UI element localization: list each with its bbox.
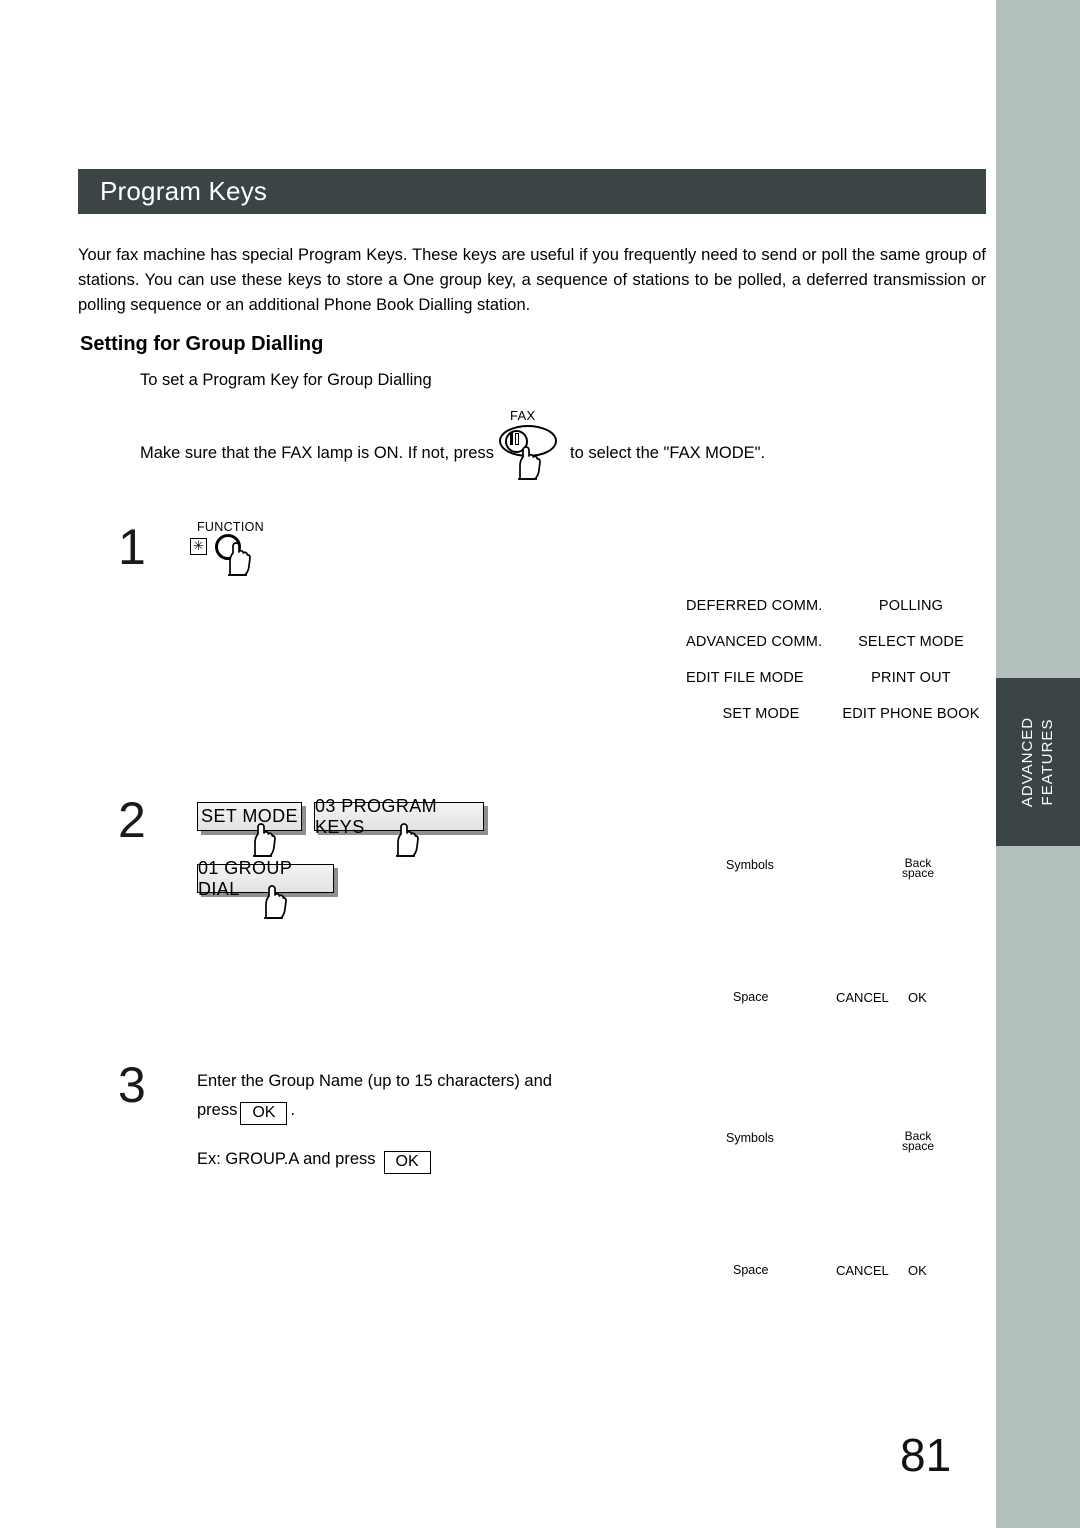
pointing-hand-icon bbox=[247, 823, 277, 857]
lcd-menu-row: DEFERRED COMM. POLLING bbox=[686, 598, 986, 634]
step-3-example-text: Ex: GROUP.A and press bbox=[197, 1150, 376, 1168]
step-3-instruction: Enter the Group Name (up to 15 character… bbox=[197, 1067, 627, 1125]
subsection-heading: Setting for Group Dialling bbox=[80, 333, 324, 355]
page-content-area bbox=[0, 0, 996, 1528]
section-header-bar: Program Keys bbox=[78, 169, 986, 214]
lcd-menu-item-set-mode: SET MODE bbox=[722, 706, 800, 722]
lcd-label-ok: OK bbox=[908, 1263, 927, 1278]
pointing-hand-icon bbox=[222, 542, 252, 576]
step-3-number: 3 bbox=[118, 1057, 146, 1113]
side-tab-label-line1: ADVANCED bbox=[1019, 716, 1036, 808]
lcd-menu-row: SET MODE EDIT PHONE BOOK bbox=[686, 706, 986, 742]
subsection-note: To set a Program Key for Group Dialling bbox=[140, 371, 432, 389]
fax-instruction-before: Make sure that the FAX lamp is ON. If no… bbox=[140, 444, 494, 462]
function-key-illustration: FUNCTION ✳ bbox=[190, 520, 300, 600]
pointing-hand-icon bbox=[258, 885, 288, 919]
lcd-menu-item-select-mode: SELECT MODE bbox=[858, 634, 964, 650]
step-3-line2-before: press bbox=[197, 1101, 238, 1119]
lcd-label-cancel: CANCEL bbox=[836, 990, 889, 1005]
ok-key-inline[interactable]: OK bbox=[240, 1102, 288, 1125]
lcd-function-menu: DEFERRED COMM. POLLING ADVANCED COMM. SE… bbox=[686, 598, 986, 742]
lcd-label-space: Space bbox=[733, 1263, 769, 1277]
fax-key-label: FAX bbox=[509, 408, 536, 423]
step-3-example: Ex: GROUP.A and press OK bbox=[197, 1145, 434, 1174]
page-number: 81 bbox=[900, 1429, 952, 1481]
pointing-hand-icon bbox=[512, 446, 542, 480]
lcd-menu-item-advanced-comm: ADVANCED COMM. bbox=[686, 634, 823, 650]
side-tab-advanced-features: ADVANCED FEATURES bbox=[996, 678, 1080, 846]
lcd-menu-item-edit-phone-book: EDIT PHONE BOOK bbox=[842, 706, 980, 722]
lcd-menu-item-deferred-comm: DEFERRED COMM. bbox=[686, 598, 823, 614]
lcd-label-backspace: Back space bbox=[902, 857, 935, 880]
step-3-line1: Enter the Group Name (up to 15 character… bbox=[197, 1072, 552, 1090]
lcd-label-ok: OK bbox=[908, 990, 927, 1005]
side-tab-label: ADVANCED FEATURES bbox=[1018, 717, 1058, 807]
asterisk-icon: ✳ bbox=[190, 538, 207, 555]
lcd-label-backspace: Back space bbox=[902, 1130, 935, 1153]
lcd-label-backspace-line2: space bbox=[902, 866, 935, 880]
pointing-hand-icon bbox=[390, 823, 420, 857]
lcd-label-symbols: Symbols bbox=[726, 1131, 774, 1145]
side-tab-label-line2: FEATURES bbox=[1039, 718, 1056, 806]
lcd-menu-item-edit-file-mode: EDIT FILE MODE bbox=[686, 670, 804, 686]
lcd-label-symbols: Symbols bbox=[726, 858, 774, 872]
lcd-label-cancel: CANCEL bbox=[836, 1263, 889, 1278]
lcd-label-space: Space bbox=[733, 990, 769, 1004]
function-key-label: FUNCTION bbox=[197, 520, 264, 534]
page-title: Program Keys bbox=[100, 176, 268, 206]
lcd-menu-item-print-out: PRINT OUT bbox=[871, 670, 951, 686]
lcd-menu-row: ADVANCED COMM. SELECT MODE bbox=[686, 634, 986, 670]
lcd-menu-item-polling: POLLING bbox=[878, 598, 944, 614]
fax-mode-instruction: Make sure that the FAX lamp is ON. If no… bbox=[140, 408, 766, 480]
ok-key-inline[interactable]: OK bbox=[383, 1151, 431, 1174]
lcd-menu-row: EDIT FILE MODE PRINT OUT bbox=[686, 670, 986, 706]
document-page: Program Keys Your fax machine has specia… bbox=[0, 0, 1080, 1528]
fax-key-illustration: FAX bbox=[494, 408, 564, 480]
step-1-number: 1 bbox=[118, 519, 146, 575]
fax-machine-icon bbox=[509, 433, 519, 445]
step-3-line2-after: . bbox=[290, 1101, 296, 1119]
step-2-number: 2 bbox=[118, 792, 146, 848]
fax-instruction-after: to select the "FAX MODE". bbox=[569, 444, 766, 462]
intro-paragraph: Your fax machine has special Program Key… bbox=[78, 246, 986, 314]
lcd-label-backspace-line2: space bbox=[902, 1139, 935, 1153]
